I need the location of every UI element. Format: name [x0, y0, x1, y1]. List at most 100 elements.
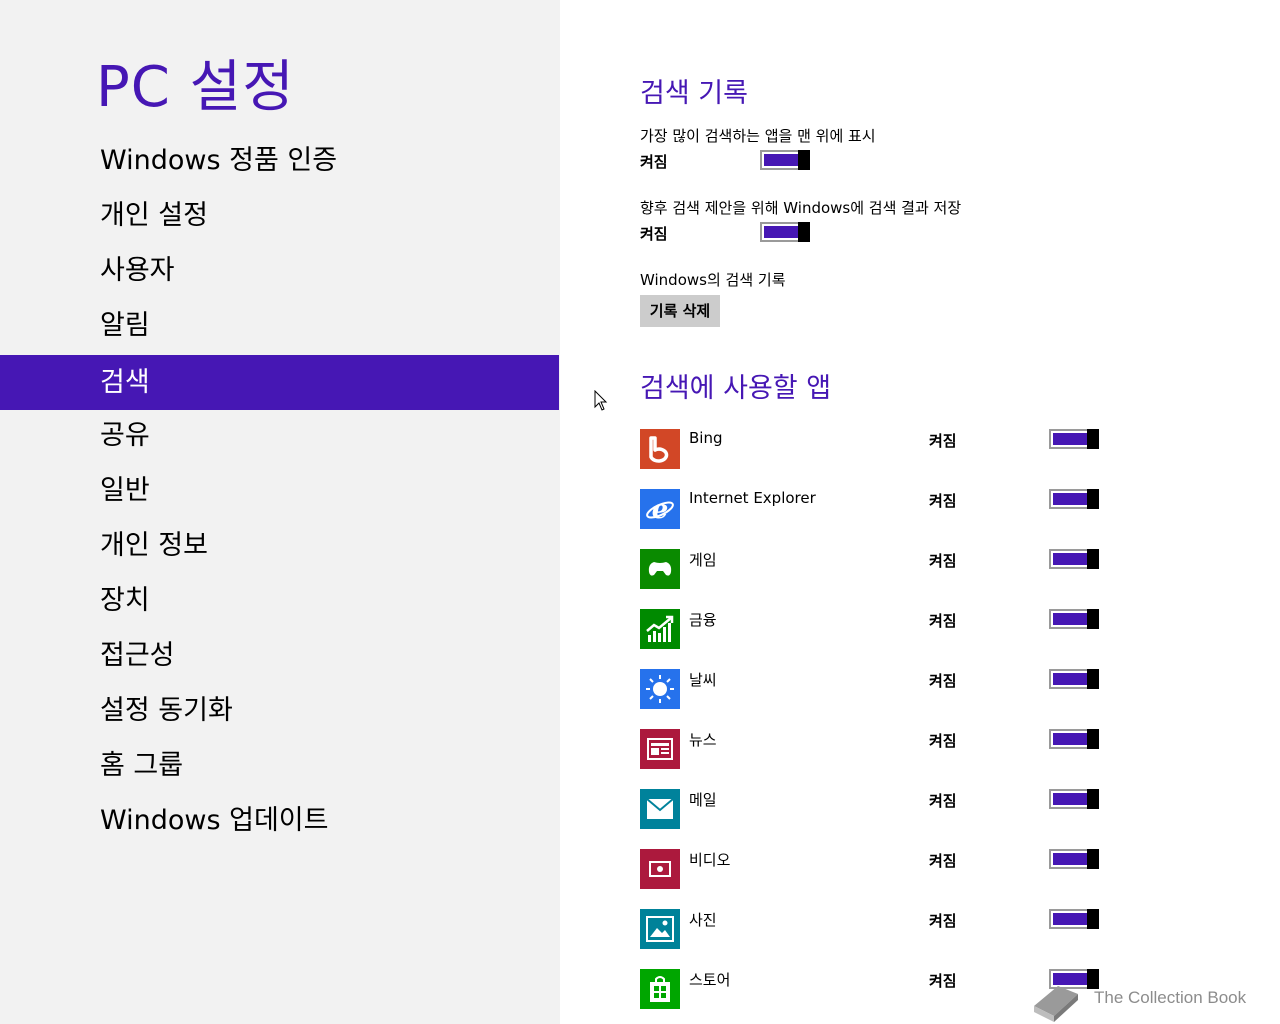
sidebar: PC 설정 Windows 정품 인증 개인 설정 사용자 알림 검색 공유 일…	[0, 0, 560, 1024]
app-row-finance: 금융 켜짐	[640, 609, 1100, 649]
weather-sun-icon	[640, 669, 680, 709]
news-icon	[640, 729, 680, 769]
app-name: Bing	[689, 429, 723, 447]
app-toggle-internet-explorer[interactable]	[1049, 489, 1099, 509]
save-search-results-state: 켜짐	[640, 225, 668, 243]
app-row-weather: 날씨 켜짐	[640, 669, 1100, 709]
toggle-fill	[764, 154, 798, 166]
toggle-thumb	[1087, 729, 1099, 749]
toggle-thumb	[1087, 429, 1099, 449]
app-toggle-games[interactable]	[1049, 549, 1099, 569]
app-name: 금융	[689, 611, 717, 629]
save-search-results-toggle[interactable]	[760, 222, 810, 242]
search-apps-heading: 검색에 사용할 앱	[640, 373, 832, 404]
toggle-fill	[1053, 553, 1087, 565]
app-name: Internet Explorer	[689, 489, 816, 507]
app-toggle-photos[interactable]	[1049, 909, 1099, 929]
app-name: 메일	[689, 791, 717, 809]
app-state: 켜짐	[929, 912, 957, 930]
sidebar-item-personalize[interactable]: 개인 설정	[0, 188, 559, 243]
app-row-photos: 사진 켜짐	[640, 909, 1100, 949]
app-toggle-finance[interactable]	[1049, 609, 1099, 629]
toggle-thumb	[1087, 909, 1099, 929]
internet-explorer-icon: e	[640, 489, 680, 529]
video-icon	[640, 849, 680, 889]
search-history-heading: 검색 기록	[640, 78, 748, 109]
mail-envelope-icon	[640, 789, 680, 829]
toggle-fill	[1053, 793, 1087, 805]
sidebar-item-homegroup[interactable]: 홈 그룹	[0, 738, 559, 793]
app-name: 게임	[689, 551, 717, 569]
toggle-thumb	[1087, 789, 1099, 809]
sidebar-item-sync-settings[interactable]: 설정 동기화	[0, 683, 559, 738]
app-name: 날씨	[689, 671, 717, 689]
sidebar-item-privacy[interactable]: 개인 정보	[0, 518, 559, 573]
app-name: 스토어	[689, 971, 731, 989]
finance-chart-icon	[640, 609, 680, 649]
search-history-label: Windows의 검색 기록	[640, 271, 786, 289]
app-row-news: 뉴스 켜짐	[640, 729, 1100, 769]
sidebar-item-notifications[interactable]: 알림	[0, 298, 559, 353]
show-most-searched-state: 켜짐	[640, 153, 668, 171]
watermark-text: The Collection Book	[1094, 988, 1247, 1007]
sidebar-item-general[interactable]: 일반	[0, 463, 559, 518]
sidebar-item-windows-update[interactable]: Windows 업데이트	[0, 793, 559, 848]
sidebar-item-search[interactable]: 검색	[0, 355, 559, 410]
app-name: 비디오	[689, 851, 731, 869]
toggle-thumb	[1087, 609, 1099, 629]
sidebar-item-share[interactable]: 공유	[0, 408, 559, 463]
toggle-thumb	[798, 150, 810, 170]
app-state: 켜짐	[929, 432, 957, 450]
toggle-fill	[1053, 433, 1087, 445]
sidebar-item-devices[interactable]: 장치	[0, 573, 559, 628]
sidebar-item-windows-activation[interactable]: Windows 정품 인증	[0, 133, 559, 188]
toggle-fill	[1053, 913, 1087, 925]
show-most-searched-label: 가장 많이 검색하는 앱을 맨 위에 표시	[640, 127, 876, 145]
app-row-internet-explorer: e Internet Explorer 켜짐	[640, 489, 1100, 529]
toggle-fill	[1053, 853, 1087, 865]
mouse-cursor-icon	[594, 389, 608, 416]
app-state: 켜짐	[929, 672, 957, 690]
toggle-thumb	[1087, 549, 1099, 569]
app-state: 켜짐	[929, 972, 957, 990]
app-state: 켜짐	[929, 552, 957, 570]
toggle-fill	[764, 226, 798, 238]
toggle-thumb	[1087, 669, 1099, 689]
toggle-fill	[1053, 613, 1087, 625]
app-row-video: 비디오 켜짐	[640, 849, 1100, 889]
toggle-fill	[1053, 673, 1087, 685]
toggle-thumb	[1087, 489, 1099, 509]
app-toggle-news[interactable]	[1049, 729, 1099, 749]
page-title: PC 설정	[96, 55, 295, 120]
svg-text:e: e	[652, 495, 669, 525]
save-search-results-label: 향후 검색 제안을 위해 Windows에 검색 결과 저장	[640, 199, 962, 217]
photos-icon	[640, 909, 680, 949]
toggle-fill	[1053, 733, 1087, 745]
book-icon	[1034, 986, 1078, 1022]
sidebar-item-ease-of-access[interactable]: 접근성	[0, 628, 559, 683]
games-controller-icon	[640, 549, 680, 589]
clear-history-button[interactable]: 기록 삭제	[640, 295, 720, 327]
app-row-games: 게임 켜짐	[640, 549, 1100, 589]
app-name: 사진	[689, 911, 717, 929]
app-toggle-weather[interactable]	[1049, 669, 1099, 689]
show-most-searched-toggle[interactable]	[760, 150, 810, 170]
app-toggle-bing[interactable]	[1049, 429, 1099, 449]
app-row-mail: 메일 켜짐	[640, 789, 1100, 829]
app-state: 켜짐	[929, 852, 957, 870]
toggle-thumb	[1087, 849, 1099, 869]
app-name: 뉴스	[689, 731, 717, 749]
sidebar-item-users[interactable]: 사용자	[0, 243, 559, 298]
app-toggle-video[interactable]	[1049, 849, 1099, 869]
app-toggle-mail[interactable]	[1049, 789, 1099, 809]
app-state: 켜짐	[929, 732, 957, 750]
app-state: 켜짐	[929, 612, 957, 630]
bing-icon	[640, 429, 680, 469]
app-row-bing: Bing 켜짐	[640, 429, 1100, 469]
toggle-fill	[1053, 493, 1087, 505]
app-state: 켜짐	[929, 492, 957, 510]
watermark: The Collection Book	[1028, 972, 1280, 1024]
app-state: 켜짐	[929, 792, 957, 810]
toggle-thumb	[798, 222, 810, 242]
store-bag-icon	[640, 969, 680, 1009]
